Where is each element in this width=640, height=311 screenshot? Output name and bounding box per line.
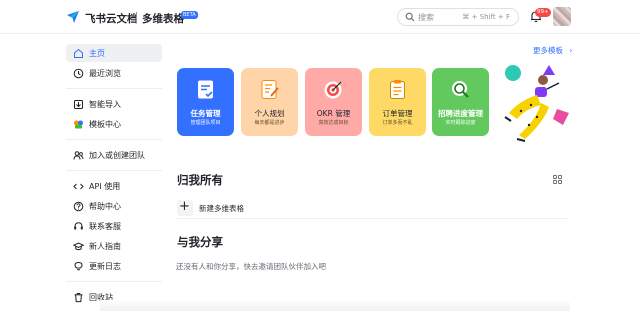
template-card-task[interactable]: 任务管理 管理团队项目: [177, 68, 234, 136]
search-shortcut: ⌘ + Shift + F: [462, 12, 510, 21]
product-name: 多维表格: [142, 13, 184, 25]
sidebar-item-templates[interactable]: 模板中心: [66, 115, 162, 133]
sidebar-item-label: API 使用: [89, 181, 121, 191]
sidebar-item-changelog[interactable]: 更新日志: [66, 257, 162, 275]
chevron-right-icon: ›: [569, 46, 573, 55]
task-icon: [198, 80, 213, 99]
template-title: 订单管理: [382, 109, 413, 118]
template-subtitle: 高效达成目标: [318, 120, 349, 126]
search-box[interactable]: 搜索 ⌘ + Shift + F: [397, 8, 519, 26]
search-icon: [405, 12, 415, 22]
customer-service-icon: [74, 221, 83, 229]
sidebar-item-label: 最近浏览: [89, 68, 121, 78]
decorative-illustration: [504, 65, 569, 142]
template-title: 任务管理: [190, 109, 221, 118]
template-subtitle: 管理团队项目: [190, 120, 221, 126]
template-subtitle: 订单多而不乱: [382, 120, 413, 126]
search-placeholder: 搜索: [418, 13, 434, 22]
team-icon: [73, 150, 84, 160]
template-icon: [74, 120, 83, 128]
plus-icon: +: [177, 199, 193, 216]
sidebar-item-label: 模板中心: [89, 119, 121, 129]
sidebar-item-label: 帮助中心: [89, 201, 121, 211]
sidebar-item-label: 智能导入: [89, 99, 121, 109]
sidebar-item-guide[interactable]: 新人指南: [66, 237, 162, 255]
template-card-recruit[interactable]: 招聘进度管理 实时跟踪进度: [432, 68, 489, 136]
app-name[interactable]: 飞书云文档: [85, 11, 138, 26]
header-divider: [136, 12, 137, 23]
template-subtitle: 实时跟踪进度: [445, 120, 476, 126]
sidebar-divider: [66, 88, 162, 89]
help-icon: [73, 201, 84, 211]
my-section-title: 归我所有: [177, 173, 223, 187]
code-icon: [73, 183, 84, 189]
sidebar-divider: [66, 170, 162, 171]
trash-icon: [74, 292, 83, 302]
sidebar-item-label: 主页: [89, 48, 105, 58]
sidebar-divider: [66, 281, 162, 282]
new-table-label: 新建多维表格: [199, 204, 244, 213]
more-templates-link[interactable]: 更多模板 ›: [533, 45, 572, 56]
shared-empty-text: 还没有人和你分享，快去邀请团队伙伴加入吧: [176, 262, 326, 271]
template-card-okr[interactable]: OKR 管理 高效达成目标: [305, 68, 362, 136]
sidebar-item-help[interactable]: 帮助中心: [66, 197, 162, 215]
sidebar-item-label: 新人指南: [89, 241, 121, 251]
avatar[interactable]: [553, 7, 571, 26]
clock-icon: [73, 68, 84, 78]
plan-icon: [261, 80, 279, 99]
sidebar-item-label: 加入或创建团队: [89, 150, 145, 160]
sidebar-item-team[interactable]: 加入或创建团队: [66, 146, 162, 164]
home-icon: [74, 48, 83, 58]
sidebar-item-recent[interactable]: 最近浏览: [66, 64, 162, 82]
top-bar: 飞书云文档 多维表格 BETA 搜索 ⌘ + Shift + F 99+: [0, 0, 640, 34]
sidebar-item-import[interactable]: 智能导入: [66, 95, 162, 113]
feishu-logo-icon[interactable]: [66, 10, 80, 24]
more-templates-label: 更多模板: [533, 46, 563, 55]
template-title: OKR 管理: [316, 109, 351, 118]
graduation-icon: [73, 241, 84, 250]
target-icon: [324, 81, 342, 99]
template-title: 招聘进度管理: [438, 109, 483, 118]
template-card-order[interactable]: 订单管理 订单多而不乱: [369, 68, 426, 136]
sidebar-item-label: 联系客服: [89, 221, 121, 231]
new-table-button[interactable]: + 新建多维表格: [177, 199, 567, 219]
order-icon: [390, 80, 405, 99]
sidebar-item-customer-service[interactable]: 联系客服: [66, 217, 162, 235]
notification-badge: 99+: [535, 8, 551, 17]
grid-view-icon[interactable]: [553, 175, 562, 184]
beta-badge: BETA: [181, 11, 198, 19]
recruit-icon: [452, 81, 469, 98]
bulb-icon: [74, 261, 83, 270]
template-subtitle: 每天都是进步: [254, 120, 285, 126]
bottom-shadow: [100, 300, 570, 311]
sidebar-item-api[interactable]: API 使用: [66, 177, 162, 195]
sidebar-item-home[interactable]: 主页: [66, 44, 162, 62]
sidebar-item-label: 更新日志: [89, 261, 121, 271]
template-title: 个人规划: [254, 109, 285, 118]
shared-section-title: 与我分享: [177, 235, 223, 249]
import-icon: [74, 99, 83, 109]
sidebar-divider: [66, 139, 162, 140]
template-card-plan[interactable]: 个人规划 每天都是进步: [241, 68, 298, 136]
